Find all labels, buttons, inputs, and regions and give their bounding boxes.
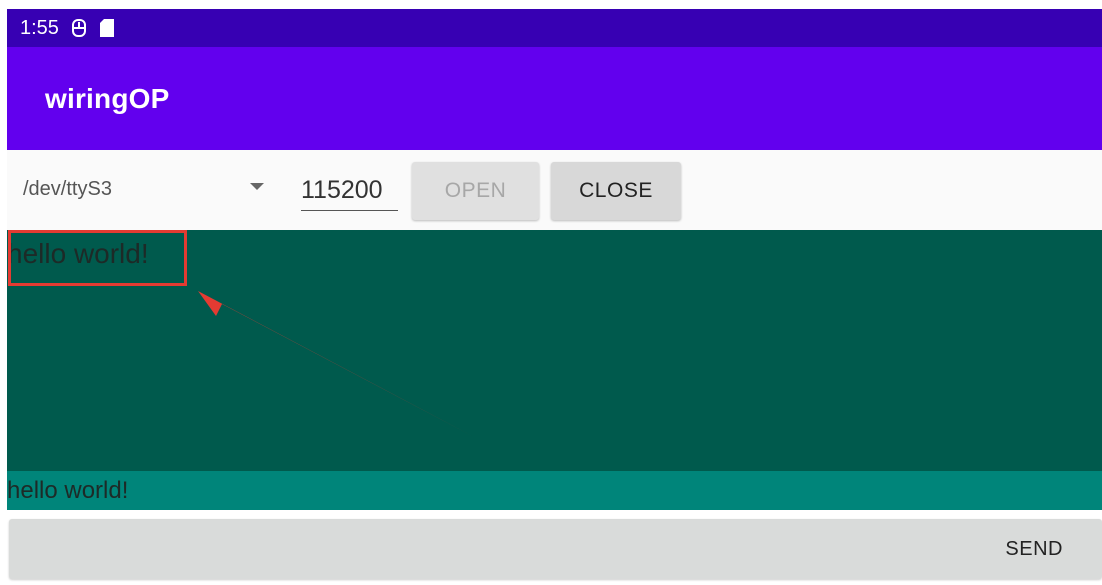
- receive-area: hello world!: [7, 230, 1102, 471]
- send-text-input[interactable]: [7, 474, 1097, 508]
- send-button[interactable]: SEND: [9, 519, 1102, 579]
- baud-rate-input[interactable]: [301, 170, 398, 211]
- app-title: wiringOP: [45, 82, 170, 114]
- send-input-row: [7, 471, 1102, 510]
- serial-toolbar: /dev/ttyS3 OPEN CLOSE: [7, 150, 1102, 230]
- status-bar: 1:55: [7, 9, 1102, 47]
- dropdown-arrow-icon: [250, 183, 264, 190]
- app-bar: wiringOP: [7, 47, 1102, 150]
- sd-card-icon: [99, 18, 115, 38]
- close-button[interactable]: CLOSE: [551, 162, 681, 220]
- port-select[interactable]: /dev/ttyS3: [7, 166, 275, 212]
- usb-icon: [71, 18, 87, 38]
- open-button[interactable]: OPEN: [412, 162, 539, 220]
- port-select-value: /dev/ttyS3: [23, 177, 112, 200]
- status-time: 1:55: [20, 16, 59, 39]
- received-text: hello world!: [7, 238, 149, 269]
